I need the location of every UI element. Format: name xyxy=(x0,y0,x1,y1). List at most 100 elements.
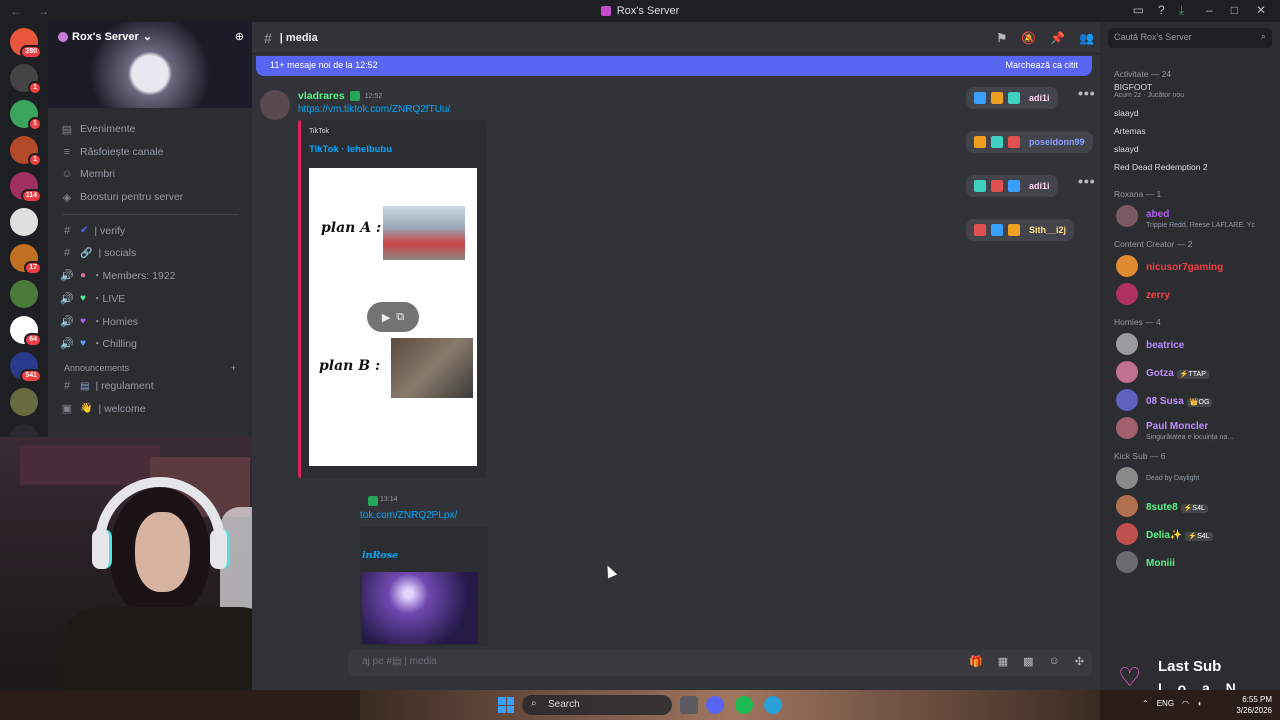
windows-start-icon[interactable] xyxy=(498,697,514,713)
sidebar-item-boost[interactable]: ◈ Boosturi pentru server xyxy=(54,186,246,209)
channel-item[interactable]: # ✔ | verify xyxy=(54,219,246,242)
spotify-icon[interactable] xyxy=(735,696,753,714)
channel-name: | media xyxy=(279,31,318,44)
member-item[interactable]: nicusor7gaming xyxy=(1100,252,1280,280)
video-thumbnail[interactable]: plan A : ▶ ⧉ plan B : xyxy=(309,168,477,466)
taskbar-search[interactable]: ⌕ Search xyxy=(522,695,672,715)
sidebar-item-calendar[interactable]: ▤ Evenimente xyxy=(54,118,246,141)
play-button[interactable]: ▶ ⧉ xyxy=(367,302,419,332)
member-list-icon[interactable]: 👥 xyxy=(1079,31,1094,45)
activity-item[interactable]: slaayd xyxy=(1100,108,1280,126)
threads-icon[interactable]: ⚑ xyxy=(996,31,1007,45)
channel-item[interactable]: 🔊 ♥ ・Homies xyxy=(54,310,246,333)
member-item[interactable]: zerry xyxy=(1100,280,1280,308)
nav-arrows[interactable]: ← → xyxy=(10,4,55,18)
avatar xyxy=(1116,495,1138,517)
server-icon[interactable]: 114 xyxy=(10,172,42,203)
activity-name: Red Dead Redemption 2 xyxy=(1114,162,1208,172)
server-icon[interactable]: 1 xyxy=(10,136,42,167)
server-icon[interactable]: 64 xyxy=(10,316,42,347)
chevron-up-icon[interactable]: ⌃ xyxy=(1142,699,1149,708)
badge-icon xyxy=(1008,224,1020,236)
channel-item[interactable]: 🔊 ♥ ・Chilling xyxy=(54,332,246,355)
member-group-header: Kick Sub — 6 xyxy=(1100,448,1280,464)
inbox-icon[interactable]: ▭ xyxy=(1133,3,1144,18)
gift-icon[interactable]: 🎁 xyxy=(969,655,983,668)
channel-item[interactable]: ▣ 👋 | welcome xyxy=(54,398,246,421)
badge-icon xyxy=(974,136,986,148)
close-button[interactable]: ✕ xyxy=(1256,3,1266,17)
member-item[interactable]: beatrice xyxy=(1100,330,1280,358)
gif-icon[interactable]: ▦ xyxy=(998,655,1008,668)
help-icon[interactable]: ? xyxy=(1158,3,1165,18)
embed-title[interactable]: TikTok · lehelbubu xyxy=(309,144,392,155)
server-name-button[interactable]: Rox's Server ⌄ xyxy=(58,30,152,43)
more-icon[interactable]: ••• xyxy=(1078,173,1096,189)
server-icon[interactable] xyxy=(10,388,38,416)
member-item[interactable]: Delia✨ ⚡S4L xyxy=(1100,520,1280,548)
channel-item[interactable]: # 🔗 | socials xyxy=(54,242,246,265)
channel-item[interactable]: 🔊 ♥ ・LIVE xyxy=(54,287,246,310)
member-item[interactable]: Moniii xyxy=(1100,548,1280,576)
member-text: Dead by Daylight xyxy=(1146,475,1199,482)
member-item[interactable]: 08 Susa 👑OG xyxy=(1100,386,1280,414)
server-icon[interactable] xyxy=(10,280,38,308)
server-icon[interactable]: 541 xyxy=(10,352,42,383)
channel-item[interactable]: 🔊 ● ・Members: 1922 xyxy=(54,265,246,288)
download-icon[interactable]: ⤓ xyxy=(1179,3,1184,18)
channel-name: ・Members: 1922 xyxy=(92,270,176,283)
clock[interactable]: 6:55 PM 3/26/2026 xyxy=(1236,694,1272,716)
role-badge-icon xyxy=(368,496,378,506)
avatar[interactable] xyxy=(260,90,290,120)
edge-icon[interactable] xyxy=(764,696,782,714)
message-author[interactable]: vladrares 12:52 xyxy=(298,90,382,102)
server-icon xyxy=(58,31,68,42)
server-icon[interactable]: 17 xyxy=(10,244,42,275)
member-status: Dead by Daylight xyxy=(1146,474,1200,482)
message-link[interactable]: tok.com/ZNRQ2PLpx/ xyxy=(360,510,457,521)
discord-icon[interactable] xyxy=(706,696,724,714)
channel-emoji-icon: 👋 xyxy=(80,403,93,415)
author-name[interactable]: vladrares xyxy=(298,90,345,102)
volume-icon[interactable]: ◖ xyxy=(1197,699,1202,708)
member-item[interactable]: 8sute8 ⚡S4L xyxy=(1100,492,1280,520)
sidebar-item-members[interactable]: ☺ Membri xyxy=(54,163,246,186)
language-indicator[interactable]: ENG xyxy=(1157,699,1174,708)
message-input[interactable]: aj pe #▤ | media 🎁 ▦ ▩ ☺ ✣ xyxy=(348,650,1092,676)
file-explorer-icon[interactable] xyxy=(680,696,698,714)
activity-item[interactable]: Artemas xyxy=(1100,126,1280,144)
apps-icon[interactable]: ✣ xyxy=(1075,655,1084,668)
emoji-icon[interactable]: ☺ xyxy=(1049,655,1060,668)
server-icon[interactable]: 280 xyxy=(10,28,42,59)
maximize-button[interactable]: □ xyxy=(1231,3,1238,17)
video-thumbnail[interactable] xyxy=(362,572,478,644)
more-icon[interactable]: ••• xyxy=(1078,85,1096,101)
mark-read-button[interactable]: Marchează ca citit xyxy=(1005,60,1078,72)
new-messages-bar[interactable]: 11+ mesaje noi de la 12:52 Marchează ca … xyxy=(256,56,1092,76)
server-icon[interactable] xyxy=(10,208,38,236)
server-icon[interactable]: 1 xyxy=(10,100,42,131)
channel-item[interactable]: # ▤ | regulament xyxy=(54,375,246,398)
message-link[interactable]: https://vm.tiktok.com/ZNRQ2fTUu/ xyxy=(298,104,450,115)
search-input[interactable]: Caută Rox's Server ⌕ xyxy=(1108,28,1272,48)
member-item[interactable]: abed Trippie Redd, Reese LAFLARE, Yc xyxy=(1100,202,1280,230)
wifi-icon[interactable]: ◠ xyxy=(1182,699,1189,708)
member-list: Caută Rox's Server ⌕ Activitate — 24 BIGF… xyxy=(1100,22,1280,690)
window-controls: – □ ✕ xyxy=(1206,3,1266,17)
activity-item[interactable]: Red Dead Redemption 2 xyxy=(1100,162,1280,180)
add-channel-icon[interactable]: + xyxy=(231,363,236,373)
activity-item[interactable]: BIGFOOT Acum 2z · Jucător nou xyxy=(1100,82,1280,108)
member-item[interactable]: Gotza ⚡TTAP xyxy=(1100,358,1280,386)
server-icon[interactable]: 1 xyxy=(10,64,42,95)
add-member-icon[interactable]: ⊕ xyxy=(235,30,244,43)
member-item[interactable]: Paul Moncler Singurătatea e locuința na..… xyxy=(1100,414,1280,442)
notifications-icon[interactable]: 🔕 xyxy=(1021,31,1036,45)
member-item[interactable]: Dead by Daylight xyxy=(1100,464,1280,492)
minimize-button[interactable]: – xyxy=(1206,3,1213,17)
pin-icon[interactable]: 📌 xyxy=(1050,31,1065,45)
activity-item[interactable]: slaayd xyxy=(1100,144,1280,162)
channel-category[interactable]: Announcements + xyxy=(54,355,246,375)
sticker-icon[interactable]: ▩ xyxy=(1023,655,1033,668)
embed-title[interactable]: inRose xyxy=(362,550,398,561)
sidebar-item-browse[interactable]: ≡ Răsfoiește canale xyxy=(54,141,246,164)
